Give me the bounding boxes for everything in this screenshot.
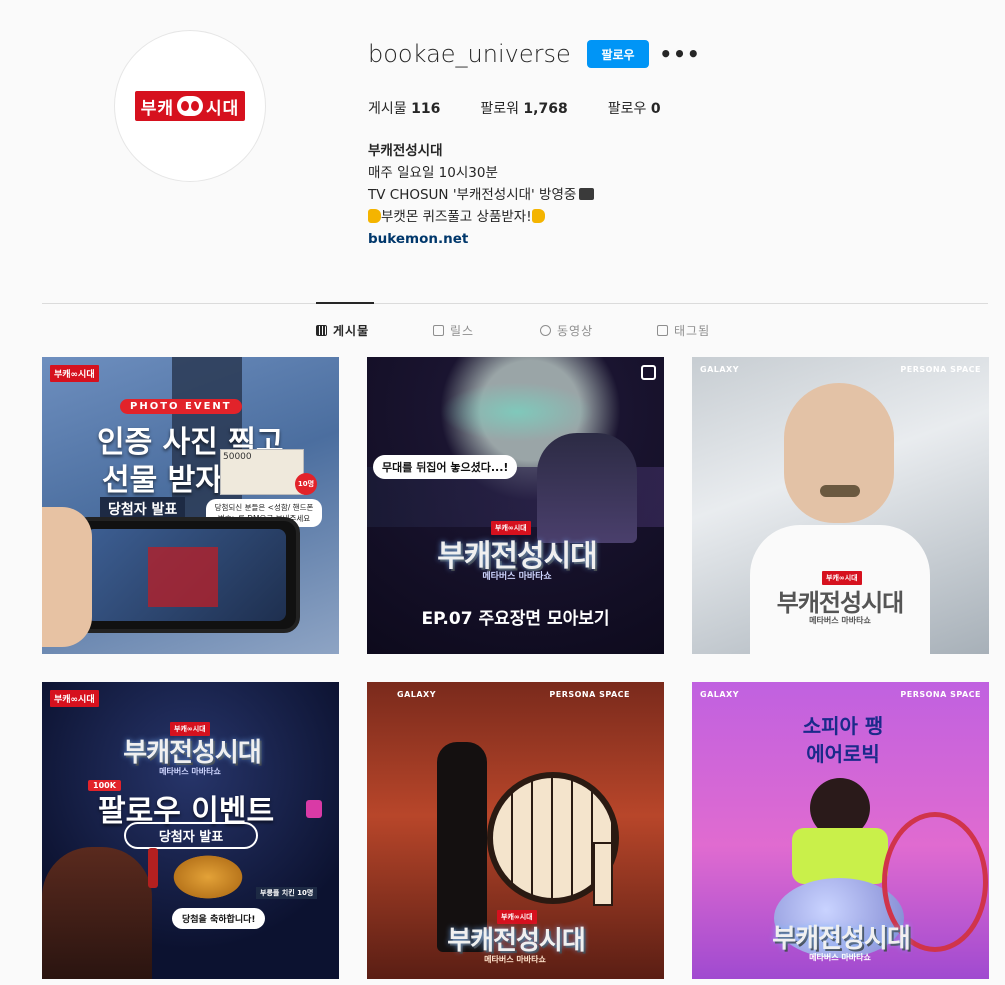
pointing-hand-icon: [531, 209, 545, 223]
show-subtitle: 메타버스 마바타쇼: [809, 953, 871, 962]
show-subtitle: 메타버스 마바타쇼: [809, 616, 871, 625]
tab-tagged[interactable]: 태그됨: [657, 322, 710, 339]
stat-followers[interactable]: 팔로워 1,768: [480, 98, 567, 118]
carousel-icon: [641, 365, 656, 380]
show-title: 부캐전성시대: [447, 926, 586, 956]
follow-button[interactable]: 팔로우: [587, 40, 649, 68]
channel-logo: 부캐 시대: [134, 91, 246, 121]
photo-event-badge: PHOTO EVENT: [120, 399, 242, 414]
cowboy-man-image: [42, 847, 152, 979]
phone-image: [72, 517, 300, 633]
persona-space-brand: PERSONA SPACE: [900, 365, 981, 374]
hand-image: [42, 507, 92, 647]
lantern-image: [593, 842, 613, 906]
bio-line-schedule: 매주 일요일 10시30분: [368, 165, 498, 181]
bio-name: 부캐전성시대: [368, 143, 443, 159]
post-tile[interactable]: GALAXY PERSONA SPACE 부캐∞시대 부캐전성시대 메타버스 마…: [367, 682, 664, 979]
persona-space-brand: PERSONA SPACE: [549, 690, 630, 699]
thumbs-up-icon: [306, 800, 322, 818]
galaxy-brand: GALAXY: [700, 690, 740, 699]
bio-line-broadcast: TV CHOSUN '부캐전성시대' 방영중: [368, 184, 595, 206]
bill-image: 50000: [220, 449, 304, 495]
neon-top-image: [792, 828, 888, 884]
post-tile[interactable]: GALAXY PERSONA SPACE 소피아 팽 에어로빅 부캐전성시대 메…: [692, 682, 989, 979]
show-subtitle: 메타버스 마바타쇼: [484, 955, 546, 964]
grid-icon: [316, 325, 327, 336]
pointing-hand-icon: [368, 209, 381, 223]
profile-username: bookae_universe: [368, 40, 571, 68]
post-title-line2: 선물 받자: [102, 463, 223, 498]
post-tile[interactable]: GALAXY PERSONA SPACE 부캐∞시대 부캐전성시대 메타버스 마…: [692, 357, 989, 654]
person-head-image: [784, 383, 894, 523]
mustache-image: [820, 485, 860, 497]
profile-stats: 게시물 116 팔로워 1,768 팔로우 0: [368, 98, 701, 118]
reels-icon: [433, 325, 444, 336]
post-logo: 부캐∞시대: [50, 365, 99, 382]
profile-bio: 부캐전성시대 매주 일요일 10시30분 TV CHOSUN '부캐전성시대' …: [368, 140, 595, 250]
post-tile[interactable]: 무대를 뒤집어 놓으셨다...! 부캐∞시대 부캐전성시대 메타버스 마바타쇼 …: [367, 357, 664, 654]
tv-emoji-icon: [579, 188, 595, 200]
bio-line-quiz: 부캣몬 퀴즈풀고 상품받자!: [368, 206, 594, 228]
fried-chicken-image: [168, 852, 248, 902]
more-options-icon[interactable]: •••: [659, 40, 699, 68]
tag-icon: [657, 325, 668, 336]
stat-following[interactable]: 팔로우 0: [608, 98, 661, 118]
avatar-singer-image: [537, 433, 637, 543]
tab-videos[interactable]: 동영상: [540, 322, 593, 339]
show-subtitle: 메타버스 마바타쇼: [159, 767, 221, 776]
logo-text: 부캐: [140, 98, 174, 119]
show-title: 부캐전성시대: [772, 924, 911, 954]
cola-bottle-image: [148, 848, 158, 888]
post-tile[interactable]: 부캐∞시대 부캐∞시대 부캐전성시대 메타버스 마바타쇼 100K 팔로우 이벤…: [42, 682, 339, 979]
active-tab-indicator: [316, 302, 374, 304]
play-icon: [540, 325, 551, 336]
show-title: 부캐전성시대: [776, 589, 904, 617]
prize-label: 부릉플 치킨 10명: [256, 887, 318, 899]
post-tile[interactable]: 부캐∞시대 PHOTO EVENT 인증 사진 찍고 선물 받자 당첨자 발표 …: [42, 357, 339, 654]
tab-posts[interactable]: 게시물: [316, 322, 369, 339]
stat-posts: 게시물 116: [368, 101, 441, 117]
winners-label: 당첨자 발표: [124, 822, 258, 849]
post-title-line2: 에어로빅: [806, 742, 880, 766]
post-logo: 부캐∞시대: [50, 690, 99, 707]
persona-space-brand: PERSONA SPACE: [900, 690, 981, 699]
show-subtitle: 메타버스 마바타쇼: [482, 572, 552, 582]
prize-count-badge: 10명: [295, 473, 317, 495]
episode-title: EP.07 주요장면 모아보기: [421, 609, 610, 629]
speech-bubble: 무대를 뒤집어 놓으셨다...!: [373, 455, 518, 479]
tab-reels[interactable]: 릴스: [433, 322, 474, 339]
congrats-bubble: 당첨을 축하합니다!: [172, 908, 266, 929]
logo-text-2: 시대: [206, 98, 240, 119]
show-title: 부캐전성시대: [123, 738, 262, 768]
tabs-divider: [42, 303, 988, 304]
galaxy-brand: GALAXY: [397, 690, 437, 699]
bio-link[interactable]: bukemon.net: [368, 228, 594, 250]
galaxy-brand: GALAXY: [700, 365, 740, 374]
profile-avatar[interactable]: 부캐 시대: [114, 30, 266, 182]
post-title-line1: 소피아 팽: [802, 714, 884, 738]
infinity-icon: [177, 96, 203, 116]
